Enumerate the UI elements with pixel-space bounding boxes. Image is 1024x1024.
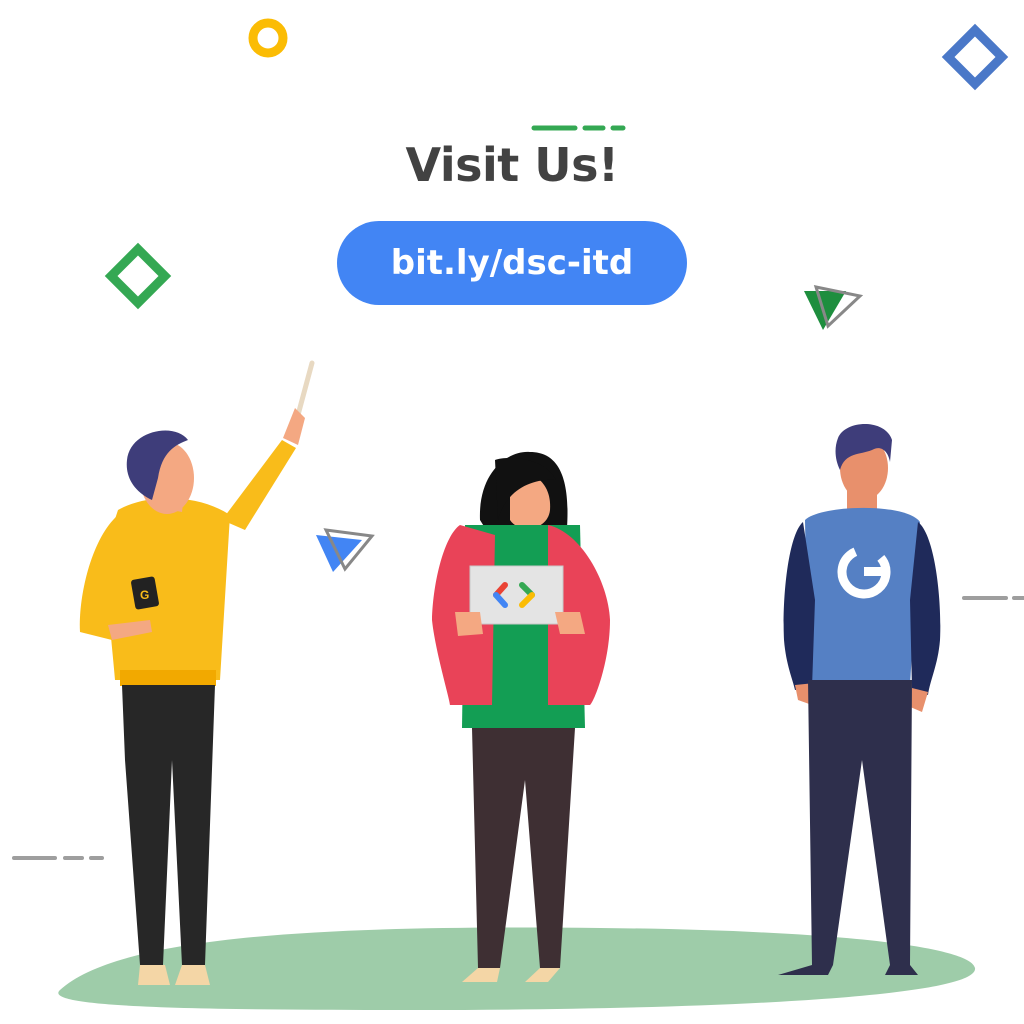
yellow-ring-icon — [248, 18, 288, 58]
green-triangle-icon — [804, 285, 864, 330]
woman-with-sign-figure — [432, 451, 610, 982]
blue-triangle-icon — [316, 528, 375, 572]
google-hoodie-man-figure — [778, 424, 941, 975]
short-link-button[interactable]: bit.ly/dsc-itd — [337, 221, 687, 305]
page-heading: Visit Us! — [405, 138, 619, 192]
green-diamond-icon — [104, 242, 172, 310]
pointing-man-figure: G — [79, 360, 315, 985]
svg-text:G: G — [140, 588, 149, 602]
blue-diamond-icon — [941, 23, 1009, 91]
